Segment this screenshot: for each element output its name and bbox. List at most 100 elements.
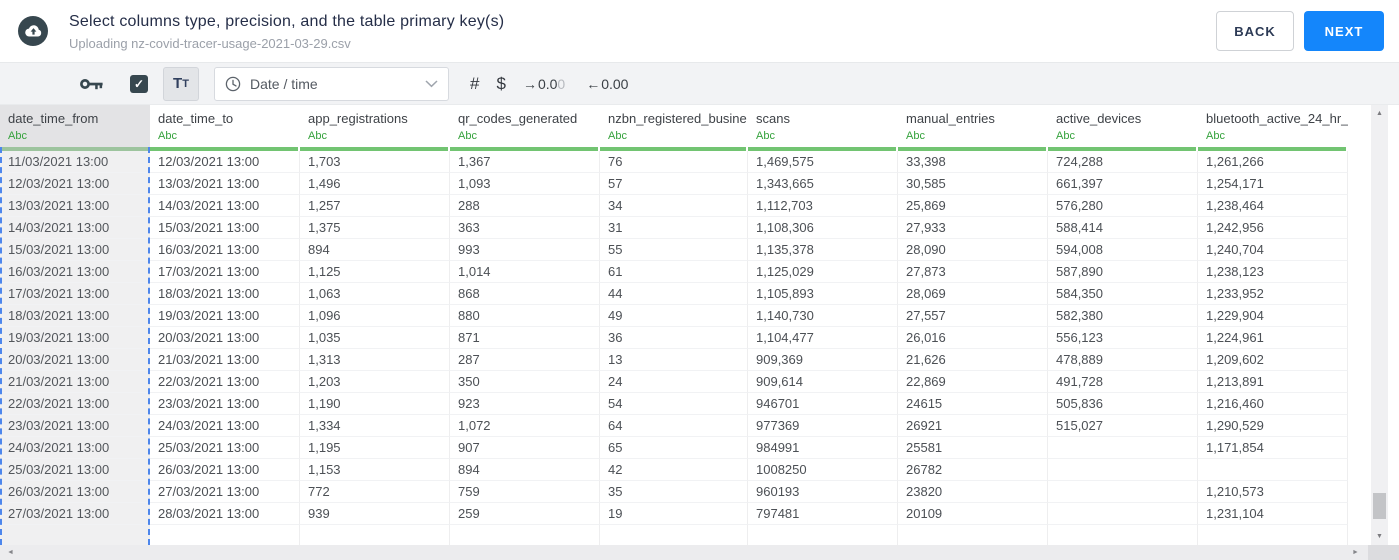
scroll-down-arrow-icon[interactable]: ▼ — [1371, 533, 1388, 540]
table-cell: 939 — [300, 503, 450, 525]
column-type-label: Abc — [608, 130, 627, 142]
arrow-left-icon: ← — [586, 75, 601, 92]
table-cell: 1,135,378 — [748, 239, 898, 261]
table-cell: 22/03/2021 13:00 — [150, 371, 300, 393]
table-cell: 20/03/2021 13:00 — [0, 349, 150, 371]
table-cell: 1,093 — [450, 173, 600, 195]
table-cell: 909,369 — [748, 349, 898, 371]
table-cell — [1048, 525, 1198, 545]
table-cell: 1,238,464 — [1198, 195, 1348, 217]
table-row: 19/03/2021 13:00 20/03/2021 13:00 1,035 871… — [0, 327, 1348, 349]
table-cell: 22/03/2021 13:00 — [0, 393, 150, 415]
table-cell: 19/03/2021 13:00 — [150, 305, 300, 327]
table-cell: 661,397 — [1048, 173, 1198, 195]
table-cell: 1,125,029 — [748, 261, 898, 283]
table-cell: 1,108,306 — [748, 217, 898, 239]
table-cell: 1,343,665 — [748, 173, 898, 195]
table-cell: 36 — [600, 327, 748, 349]
column-header-nzbn_registered_busine[interactable]: nzbn_registered_busine Abc — [600, 105, 748, 151]
table-cell: 26,016 — [898, 327, 1048, 349]
table-cell: 1,140,730 — [748, 305, 898, 327]
table-cell: 1,112,703 — [748, 195, 898, 217]
table-cell: 35 — [600, 481, 748, 503]
table-cell: 556,123 — [1048, 327, 1198, 349]
table-row: 20/03/2021 13:00 21/03/2021 13:00 1,313 287… — [0, 349, 1348, 371]
table-cell: 1,261,266 — [1198, 151, 1348, 173]
column-name: scans — [756, 111, 790, 126]
table-cell: 1,195 — [300, 437, 450, 459]
column-header-scans[interactable]: scans Abc — [748, 105, 898, 151]
back-button[interactable]: BACK — [1216, 11, 1294, 51]
table-cell: 23/03/2021 13:00 — [150, 393, 300, 415]
decrease-decimal-button[interactable]: ← 0.00 — [586, 76, 628, 92]
csv-import-wizard: Select columns type, precision, and the … — [0, 0, 1399, 560]
column-header-date_time_to[interactable]: date_time_to Abc — [150, 105, 300, 151]
table-cell: 584,350 — [1048, 283, 1198, 305]
table-cell: 594,008 — [1048, 239, 1198, 261]
column-header-manual_entries[interactable]: manual_entries Abc — [898, 105, 1048, 151]
table-cell: 16/03/2021 13:00 — [0, 261, 150, 283]
next-button[interactable]: NEXT — [1304, 11, 1384, 51]
primary-key-icon[interactable] — [80, 77, 103, 91]
table-cell: 21/03/2021 13:00 — [0, 371, 150, 393]
table-row: 18/03/2021 13:00 19/03/2021 13:00 1,096 880… — [0, 305, 1348, 327]
column-type-select[interactable]: Date / time — [214, 66, 449, 101]
column-header-bluetooth_active_24_hr_[interactable]: bluetooth_active_24_hr_ Abc — [1198, 105, 1348, 151]
chevron-down-icon — [425, 79, 438, 88]
horizontal-scrollbar[interactable]: ◄ ► — [0, 545, 1399, 560]
table-cell: 871 — [450, 327, 600, 349]
header-titles: Select columns type, precision, and the … — [69, 11, 504, 51]
increase-decimal-button[interactable]: → 0.0 0 — [523, 76, 565, 92]
table-cell: 946701 — [748, 393, 898, 415]
table-cell: 27/03/2021 13:00 — [0, 503, 150, 525]
table-cell: 1,203 — [300, 371, 450, 393]
scroll-left-arrow-icon[interactable]: ◄ — [7, 549, 14, 556]
table-cell: 76 — [600, 151, 748, 173]
currency-type-button[interactable]: $ — [496, 74, 505, 94]
scroll-right-arrow-icon[interactable]: ► — [1352, 549, 1359, 556]
table-cell: 350 — [450, 371, 600, 393]
vertical-scrollbar[interactable]: ▲ ▼ — [1371, 105, 1388, 545]
table-cell: 33,398 — [898, 151, 1048, 173]
table-cell: 31 — [600, 217, 748, 239]
table-cell: 1,703 — [300, 151, 450, 173]
table-cell: 909,614 — [748, 371, 898, 393]
column-header-date_time_from[interactable]: date_time_from Abc — [0, 105, 150, 151]
table-cell: 49 — [600, 305, 748, 327]
table-cell: 1,229,904 — [1198, 305, 1348, 327]
column-header-qr_codes_generated[interactable]: qr_codes_generated Abc — [450, 105, 600, 151]
table-cell — [1048, 481, 1198, 503]
table-cell: 26921 — [898, 415, 1048, 437]
table-cell: 259 — [450, 503, 600, 525]
column-header-active_devices[interactable]: active_devices Abc — [1048, 105, 1198, 151]
table-cell: 1008250 — [748, 459, 898, 481]
table-cell: 27,933 — [898, 217, 1048, 239]
number-type-button[interactable]: # — [470, 74, 479, 94]
table-cell: 54 — [600, 393, 748, 415]
text-type-button[interactable]: TT — [163, 66, 199, 101]
table-cell: 1,014 — [450, 261, 600, 283]
column-type-label: Abc — [158, 130, 177, 142]
table-cell: 1,210,573 — [1198, 481, 1348, 503]
scrollbar-corner — [1368, 545, 1399, 560]
scroll-up-arrow-icon[interactable]: ▲ — [1371, 110, 1388, 117]
column-underline — [600, 147, 746, 151]
vertical-scrollbar-thumb[interactable] — [1373, 493, 1386, 519]
table-cell: 22,869 — [898, 371, 1048, 393]
column-header-app_registrations[interactable]: app_registrations Abc — [300, 105, 450, 151]
table-cell — [1048, 459, 1198, 481]
table-cell: 1,334 — [300, 415, 450, 437]
table-cell: 26/03/2021 13:00 — [150, 459, 300, 481]
table-cell: 1,313 — [300, 349, 450, 371]
table-cell: 24/03/2021 13:00 — [0, 437, 150, 459]
include-column-checkbox[interactable]: ✓ — [130, 74, 148, 93]
table-cell — [1198, 525, 1348, 545]
table-cell: 21,626 — [898, 349, 1048, 371]
table-cell: 18/03/2021 13:00 — [0, 305, 150, 327]
table-cell: 17/03/2021 13:00 — [0, 283, 150, 305]
column-underline — [898, 147, 1046, 151]
column-underline — [748, 147, 896, 151]
column-type-label: Abc — [906, 130, 925, 142]
table-cell — [150, 525, 300, 545]
table-row: 17/03/2021 13:00 18/03/2021 13:00 1,063 868… — [0, 283, 1348, 305]
